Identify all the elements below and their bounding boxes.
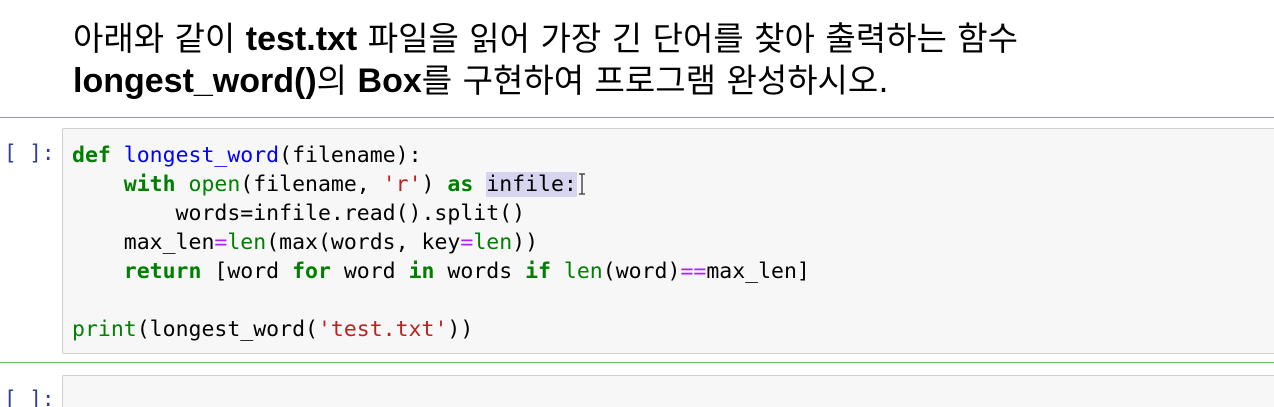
code-token: max_len: [72, 230, 215, 255]
code-token: words: [434, 259, 526, 284]
markdown-cell[interactable]: 아래와 같이 test.txt 파일을 읽어 가장 긴 단어를 찾아 출력하는 …: [0, 0, 1274, 116]
selected-text: infile:: [486, 172, 577, 197]
keyword-with: with: [123, 172, 176, 197]
code-token: max_len]: [706, 259, 810, 284]
code-token: (max(words, key: [266, 230, 461, 255]
keyword-def: def: [72, 143, 111, 168]
notebook-page: 아래와 같이 test.txt 파일을 읽어 가장 긴 단어를 찾아 출력하는 …: [0, 0, 1274, 407]
markdown-content: 아래와 같이 test.txt 파일을 읽어 가장 긴 단어를 찾아 출력하는 …: [73, 18, 1268, 102]
input-prompt: [ ]:: [4, 387, 55, 407]
operator: ==: [680, 259, 707, 284]
code-token: )): [447, 317, 474, 342]
selected-cell-top-border: [0, 117, 1274, 118]
markdown-text-segment: 아래와 같이: [73, 19, 246, 58]
keyword-if: if: [525, 259, 551, 284]
code-cell-editor-empty[interactable]: [62, 375, 1274, 407]
code-token: (filename):: [279, 143, 422, 168]
code-token: (filename,: [240, 172, 383, 197]
code-line-3: words=infile.read().split(): [72, 201, 526, 226]
keyword-for: for: [292, 259, 331, 284]
code-line-1: def longest_word(filename):: [72, 143, 422, 168]
string-literal: 'test.txt': [317, 317, 448, 342]
markdown-line-2: longest_word()의 Box를 구현하여 프로그램 완성하시오.: [73, 60, 1268, 102]
operator: =: [214, 230, 228, 255]
markdown-bold-function: longest_word(): [73, 62, 317, 100]
code-line-4: max_len=len(max(words, key=len)): [72, 230, 538, 255]
function-name: longest_word: [123, 143, 280, 168]
code-line-7: print(longest_word('test.txt')): [72, 317, 473, 342]
keyword-return: return: [123, 259, 202, 284]
code-token: (word): [602, 259, 681, 284]
code-token: word: [330, 259, 409, 284]
builtin-len: len: [563, 259, 603, 284]
string-literal: 'r': [382, 172, 422, 197]
code-token: ): [421, 172, 448, 197]
code-editor-text[interactable]: def longest_word(filename): with open(fi…: [72, 141, 810, 344]
markdown-text-segment: 의: [316, 61, 358, 100]
code-token: [word: [201, 259, 293, 284]
markdown-line-1: 아래와 같이 test.txt 파일을 읽어 가장 긴 단어를 찾아 출력하는 …: [73, 18, 1268, 60]
markdown-text-segment: 파일을 읽어 가장 긴 단어를 찾아 출력하는 함수: [357, 19, 1019, 58]
markdown-text-segment: 를 구현하여 프로그램 완성하시오.: [421, 61, 889, 100]
code-token: )): [512, 230, 539, 255]
selected-cell-bottom-border: [0, 362, 1274, 363]
code-line-5: return [word for word in words if len(wo…: [72, 259, 810, 284]
builtin-len: len: [473, 230, 513, 255]
input-prompt: [ ]:: [4, 141, 55, 165]
keyword-in: in: [408, 259, 435, 284]
builtin-print: print: [72, 317, 137, 342]
builtin-len: len: [227, 230, 267, 255]
text-cursor-icon: [577, 173, 587, 195]
code-token: (longest_word(: [136, 317, 318, 342]
keyword-as: as: [447, 172, 474, 197]
code-cell-editor[interactable]: def longest_word(filename): with open(fi…: [62, 128, 1274, 354]
code-line-2: with open(filename, 'r') as infile:: [72, 172, 587, 197]
markdown-bold-box: Box: [357, 62, 422, 100]
markdown-bold-filename: test.txt: [245, 20, 358, 58]
builtin-open: open: [188, 172, 241, 197]
operator: =: [460, 230, 474, 255]
